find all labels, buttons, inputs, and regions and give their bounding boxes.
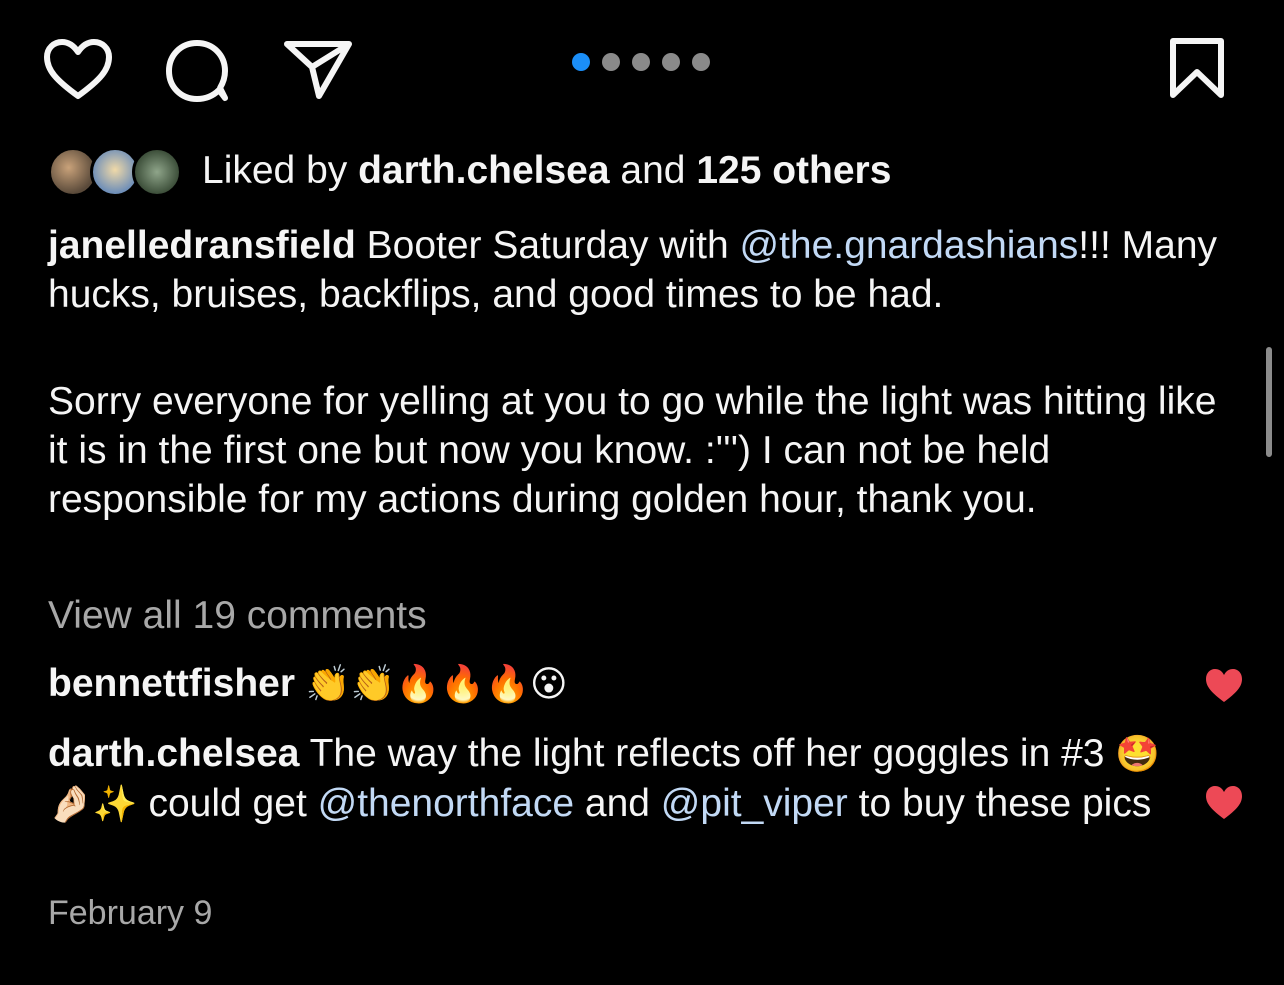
caption-paragraph-1: janelledransfield Booter Saturday with @… xyxy=(48,221,1238,319)
comment-like-heart-icon[interactable] xyxy=(1204,785,1244,826)
caption-text: Booter Saturday with xyxy=(355,224,740,267)
carousel-dot-active xyxy=(572,53,590,71)
comment-emojis: 👏👏🔥🔥🔥😮 xyxy=(305,664,568,705)
likes-prefix: Liked by xyxy=(202,149,359,192)
comment-text: and xyxy=(574,782,661,825)
likes-summary: Liked by darth.chelsea and 125 others xyxy=(48,144,891,198)
caption-username[interactable]: janelledransfield xyxy=(48,224,356,267)
paper-plane-icon[interactable] xyxy=(283,37,355,101)
carousel-dot xyxy=(602,53,620,71)
post-caption: janelledransfield Booter Saturday with @… xyxy=(48,221,1238,524)
comment-username[interactable]: darth.chelsea xyxy=(48,732,299,775)
liker-avatars[interactable] xyxy=(48,144,182,198)
comment-item: darth.chelsea The way the light reflects… xyxy=(48,729,1168,829)
likes-text: Liked by darth.chelsea and 125 others xyxy=(202,144,891,198)
carousel-dot xyxy=(662,53,680,71)
comment-text: to buy these pics xyxy=(847,782,1152,825)
likes-others-link[interactable]: 125 others xyxy=(696,149,891,192)
comment-mention[interactable]: @pit_viper xyxy=(661,782,848,825)
comment-mention[interactable]: @thenorthface xyxy=(318,782,574,825)
comment-item: bennettfisher 👏👏🔥🔥🔥😮 xyxy=(48,659,1168,709)
comment-text: The way the light reflects off her goggl… xyxy=(299,732,1116,775)
scrollbar[interactable] xyxy=(1266,347,1272,457)
heart-outline-icon[interactable] xyxy=(42,38,114,102)
avatar xyxy=(132,147,182,197)
carousel-indicator xyxy=(572,53,710,71)
bookmark-icon[interactable] xyxy=(1167,36,1227,100)
caption-paragraph-2: Sorry everyone for yelling at you to go … xyxy=(48,380,1217,521)
likes-middle: and xyxy=(609,149,697,192)
carousel-dot xyxy=(692,53,710,71)
caption-mention[interactable]: @the.gnardashians xyxy=(739,224,1078,267)
carousel-dot xyxy=(632,53,650,71)
comment-text: could get xyxy=(137,782,318,825)
liker-username[interactable]: darth.chelsea xyxy=(358,149,609,192)
post-action-bar xyxy=(0,0,1284,140)
view-all-comments-link[interactable]: View all 19 comments xyxy=(48,591,427,640)
comment-username[interactable]: bennettfisher xyxy=(48,662,295,705)
comment-like-heart-icon[interactable] xyxy=(1204,668,1244,709)
post-date: February 9 xyxy=(48,894,213,932)
comment-bubble-icon[interactable] xyxy=(163,38,233,102)
